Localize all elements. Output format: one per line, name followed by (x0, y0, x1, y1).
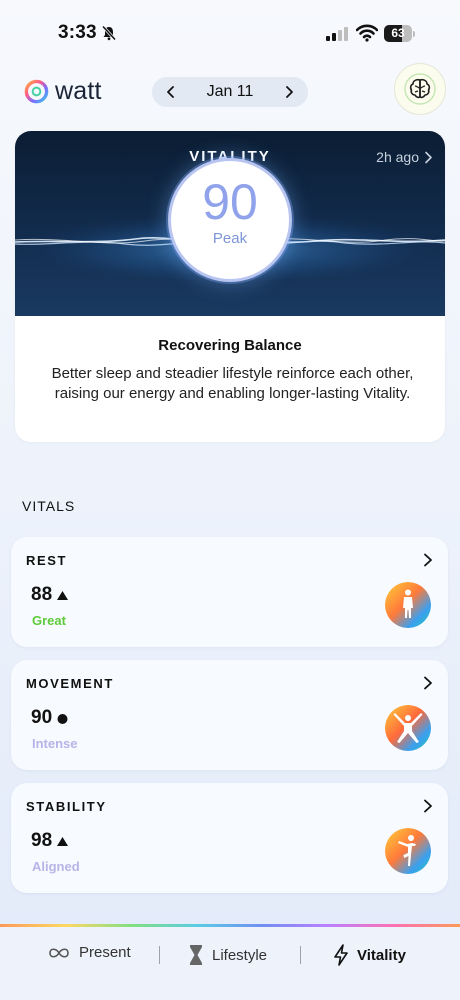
vitality-score: 90 (202, 174, 258, 230)
bell-slash-icon (101, 25, 117, 41)
vital-title: MOVEMENT (26, 676, 114, 691)
ai-assistant-button[interactable] (394, 63, 446, 115)
vital-value: 88 (31, 584, 53, 605)
chevron-right-icon[interactable] (282, 85, 296, 99)
hourglass-icon (190, 945, 202, 965)
trend-up-icon (57, 836, 69, 846)
chevron-right-icon (425, 151, 432, 163)
tab-lifestyle[interactable]: Lifestyle (188, 944, 267, 966)
status-time: 3:33 (58, 22, 97, 43)
tab-present[interactable]: Present (47, 944, 131, 961)
vital-title: STABILITY (26, 799, 107, 814)
vitality-hero: VITALITY 2h ago 90 Peak (15, 131, 445, 316)
tab-vitality[interactable]: Vitality (333, 944, 406, 966)
signal-icon (326, 27, 348, 41)
vitality-score-ring: 90 Peak (168, 158, 292, 282)
last-updated[interactable]: 2h ago (376, 149, 433, 165)
logo-text: watt (55, 77, 102, 105)
vital-title: REST (26, 553, 68, 568)
bottom-tab-bar: Present Lifestyle Vitality (0, 924, 460, 1000)
tab-label: Vitality (357, 946, 406, 964)
status-bar: 3:33 63 (0, 0, 460, 70)
chevron-right-icon (424, 799, 432, 813)
vital-status: Aligned (32, 859, 80, 874)
vital-score: 98 (31, 830, 69, 852)
vitality-score-label: Peak (212, 230, 248, 247)
movement-jumping-figure-icon (385, 705, 431, 751)
infinity-icon (49, 947, 69, 958)
vitality-card[interactable]: VITALITY 2h ago 90 Peak Recovering Balan… (15, 131, 445, 442)
current-date: Jan 11 (206, 83, 254, 100)
battery-percent: 63 (391, 26, 405, 40)
vital-score: 90 (31, 707, 69, 729)
brain-icon (404, 73, 436, 105)
lightning-icon (334, 944, 348, 966)
vital-value: 90 (31, 707, 53, 728)
vital-score: 88 (31, 584, 69, 606)
rest-standing-figure-icon (385, 582, 431, 628)
battery-indicator: 63 (384, 25, 416, 42)
insight-title: Recovering Balance (158, 337, 302, 354)
watt-logo-icon (24, 79, 49, 104)
tab-label: Present (79, 944, 131, 961)
wifi-icon (356, 24, 378, 42)
vital-card-stability[interactable]: STABILITY 98 Aligned (11, 783, 448, 893)
vital-value: 98 (31, 830, 53, 851)
last-updated-text: 2h ago (376, 149, 419, 165)
stability-yoga-pose-icon (385, 828, 431, 874)
app-logo: watt (23, 77, 102, 106)
vital-status: Great (32, 613, 66, 628)
tab-divider (300, 946, 301, 964)
vital-card-movement[interactable]: MOVEMENT 90 Intense (11, 660, 448, 770)
vital-card-rest[interactable]: REST 88 Great (11, 537, 448, 647)
chevron-right-icon (424, 676, 432, 690)
insight-text: Better sleep and steadier lifestyle rein… (51, 365, 414, 402)
trend-steady-icon (57, 713, 68, 724)
date-selector[interactable]: Jan 11 (152, 77, 308, 107)
rainbow-accent-line (0, 924, 460, 927)
trend-up-icon (57, 590, 69, 600)
tab-divider (159, 946, 160, 964)
chevron-left-icon[interactable] (164, 85, 178, 99)
vital-status: Intense (32, 736, 78, 751)
chevron-right-icon (424, 553, 432, 567)
tab-label: Lifestyle (212, 946, 268, 964)
vitals-section-header: VITALS (22, 498, 76, 514)
